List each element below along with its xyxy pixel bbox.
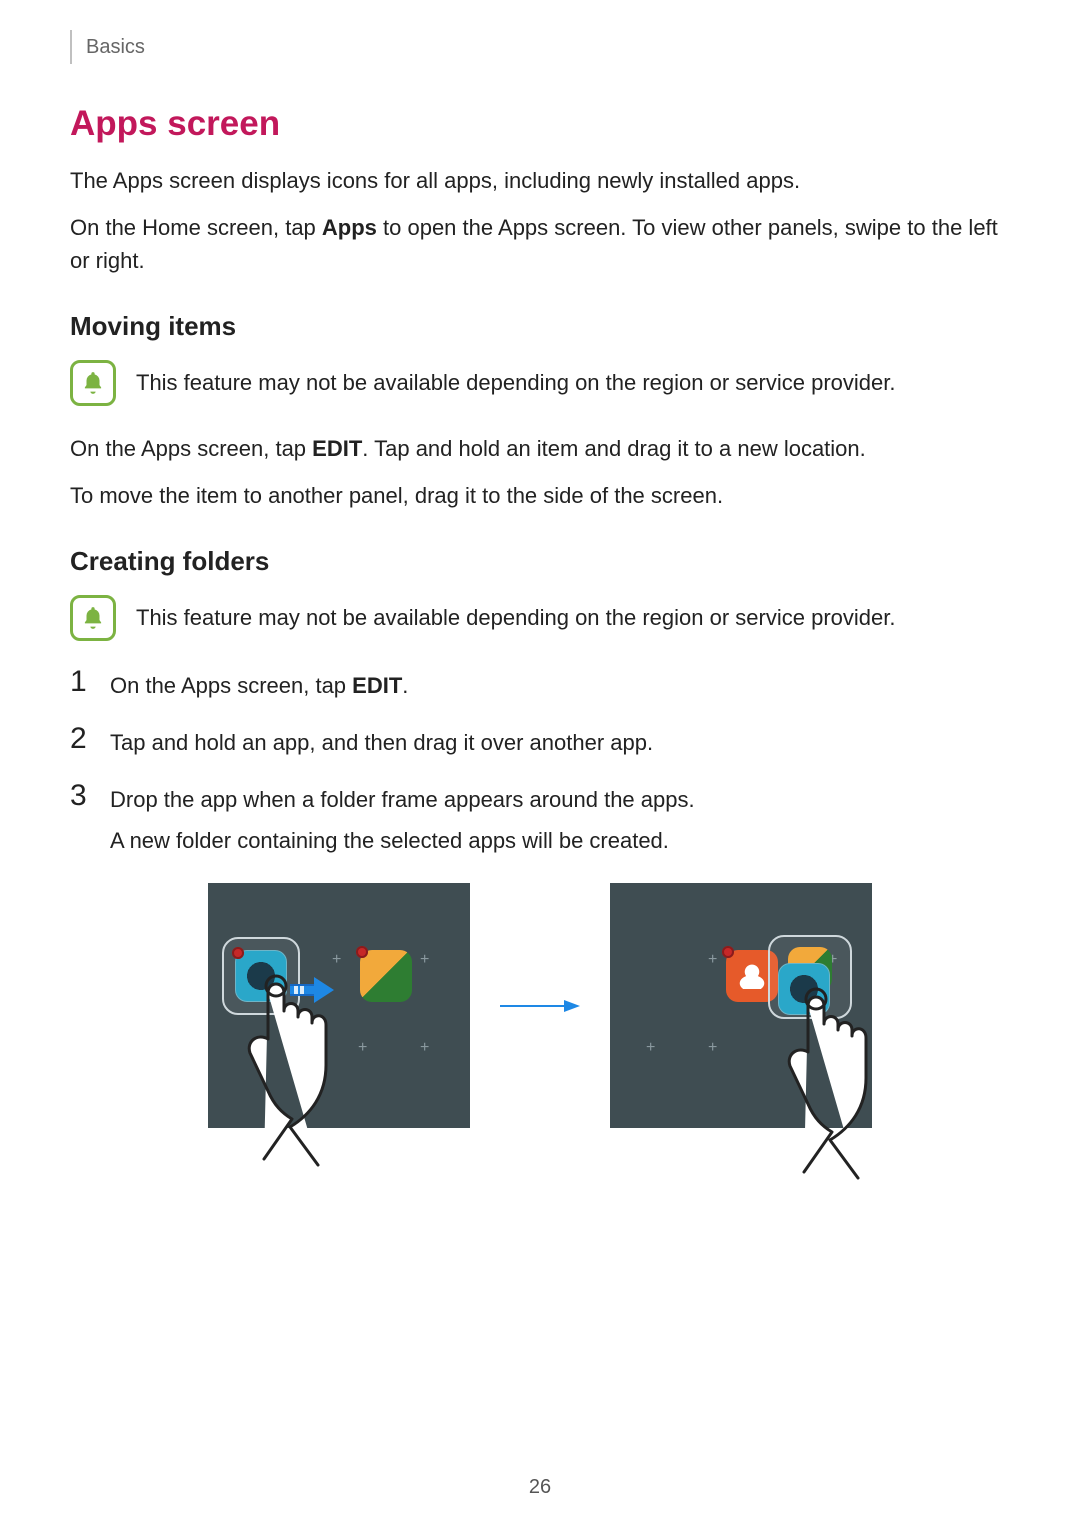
arrow-right-icon xyxy=(500,996,580,1016)
grid-placeholder-icon: + xyxy=(708,951,717,969)
illustration-panel-before: + + + + xyxy=(208,883,470,1128)
folder-illustration: + + + + + + + + + xyxy=(70,883,1010,1128)
note-moving: This feature may not be available depend… xyxy=(70,360,1010,406)
subheading-moving-items: Moving items xyxy=(70,311,1010,342)
bell-icon xyxy=(70,595,116,641)
section-header: Basics xyxy=(70,30,1010,64)
illustration-panel-after: + + + + + xyxy=(610,883,872,1128)
bold-edit: EDIT xyxy=(352,673,402,698)
bold-apps: Apps xyxy=(322,215,377,240)
subheading-creating-folders: Creating folders xyxy=(70,546,1010,577)
text-fragment: . Tap and hold an item and drag it to a … xyxy=(362,436,866,461)
step-number: 1 xyxy=(70,667,92,697)
page-number: 26 xyxy=(529,1476,551,1499)
grid-placeholder-icon: + xyxy=(420,1039,429,1057)
note-text: This feature may not be available depend… xyxy=(136,595,895,634)
moving-paragraph-2: To move the item to another panel, drag … xyxy=(70,479,1010,512)
intro-paragraph-1: The Apps screen displays icons for all a… xyxy=(70,164,1010,197)
step-number: 3 xyxy=(70,781,92,811)
step-2: 2 Tap and hold an app, and then drag it … xyxy=(70,724,1010,759)
step-1: 1 On the Apps screen, tap EDIT. xyxy=(70,667,1010,702)
step-text: Tap and hold an app, and then drag it ov… xyxy=(110,724,653,759)
intro-paragraph-2: On the Home screen, tap Apps to open the… xyxy=(70,211,1010,277)
remove-badge-icon xyxy=(722,946,734,958)
camera-icon xyxy=(778,963,830,1015)
moving-paragraph-1: On the Apps screen, tap EDIT. Tap and ho… xyxy=(70,432,1010,465)
bell-icon xyxy=(70,360,116,406)
section-name: Basics xyxy=(86,36,145,59)
drag-right-arrow-icon xyxy=(290,977,334,1003)
note-text: This feature may not be available depend… xyxy=(136,360,895,399)
grid-placeholder-icon: + xyxy=(420,951,429,969)
page-title: Apps screen xyxy=(70,104,1010,144)
text-fragment: On the Apps screen, tap xyxy=(110,673,352,698)
grid-placeholder-icon: + xyxy=(332,951,341,969)
step-number: 2 xyxy=(70,724,92,754)
text-fragment: On the Apps screen, tap xyxy=(70,436,312,461)
section-divider xyxy=(70,30,72,64)
step-3: 3 Drop the app when a folder frame appea… xyxy=(70,781,1010,816)
text-fragment: On the Home screen, tap xyxy=(70,215,322,240)
step-text: On the Apps screen, tap EDIT. xyxy=(110,667,408,702)
bold-edit: EDIT xyxy=(312,436,362,461)
grid-placeholder-icon: + xyxy=(708,1039,717,1057)
step-text: Drop the app when a folder frame appears… xyxy=(110,781,695,816)
gallery-icon xyxy=(360,950,412,1002)
note-creating: This feature may not be available depend… xyxy=(70,595,1010,641)
remove-badge-icon xyxy=(356,946,368,958)
remove-badge-icon xyxy=(232,947,244,959)
grid-placeholder-icon: + xyxy=(358,1039,367,1057)
camera-icon xyxy=(235,950,287,1002)
text-fragment: . xyxy=(402,673,408,698)
grid-placeholder-icon: + xyxy=(646,1039,655,1057)
step-3-subtext: A new folder containing the selected app… xyxy=(110,824,1010,857)
